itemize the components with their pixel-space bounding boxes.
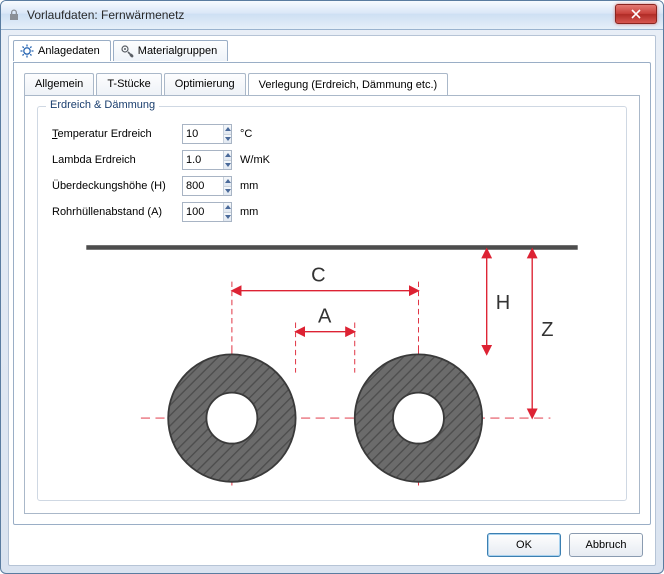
input-abstand[interactable]	[183, 206, 223, 218]
tab-label: Anlagedaten	[38, 45, 100, 57]
spinner-lambda[interactable]	[182, 150, 232, 170]
input-temperatur[interactable]	[183, 128, 223, 140]
arrow-down-icon[interactable]	[224, 161, 231, 170]
row-ueberdeckung: Überdeckungshöhe (H) mm	[52, 173, 270, 199]
ok-button[interactable]: OK	[487, 533, 561, 557]
tab-label: Materialgruppen	[138, 45, 218, 57]
lock-icon	[7, 8, 21, 22]
spinner-arrows[interactable]	[223, 177, 231, 195]
group-erdreich: Erdreich & Dämmung Temperatur Erdreich	[37, 106, 627, 501]
label-lambda: Lambda Erdreich	[52, 154, 182, 166]
spinner-arrows[interactable]	[223, 151, 231, 169]
dialog-window: Vorlaufdaten: Fernwärmenetz Anlagedaten …	[0, 0, 664, 574]
inner-tabstrip: Allgemein T-Stücke Optimierung Verlegung…	[24, 73, 450, 95]
fields: Temperatur Erdreich °C Lam	[52, 121, 270, 225]
outer-tabstrip: Anlagedaten Materialgruppen	[13, 40, 230, 61]
tab-tstuecke[interactable]: T-Stücke	[96, 73, 161, 95]
tab-allgemein[interactable]: Allgemein	[24, 73, 94, 95]
tab-verlegung[interactable]: Verlegung (Erdreich, Dämmung etc.)	[248, 73, 449, 95]
close-button[interactable]	[615, 4, 657, 24]
label-Z: Z	[541, 319, 553, 341]
spinner-ueberdeckung[interactable]	[182, 176, 232, 196]
arrow-up-icon[interactable]	[224, 125, 231, 135]
unit-abstand: mm	[240, 206, 258, 218]
unit-temperatur: °C	[240, 128, 252, 140]
row-lambda: Lambda Erdreich W/mK	[52, 147, 270, 173]
spinner-arrows[interactable]	[223, 203, 231, 221]
spinner-arrows[interactable]	[223, 125, 231, 143]
pipe-diagram: H Z C	[38, 227, 626, 500]
input-lambda[interactable]	[183, 154, 223, 166]
window-title: Vorlaufdaten: Fernwärmenetz	[27, 8, 184, 22]
unit-ueberdeckung: mm	[240, 180, 258, 192]
arrow-up-icon[interactable]	[224, 151, 231, 161]
arrow-down-icon[interactable]	[224, 187, 231, 196]
label-A: A	[318, 306, 332, 328]
tab-optimierung[interactable]: Optimierung	[164, 73, 246, 95]
label-ueberdeckung: Überdeckungshöhe (H)	[52, 180, 182, 192]
arrow-down-icon[interactable]	[224, 213, 231, 222]
label-temperatur: Temperatur Erdreich	[52, 128, 182, 140]
dialog-footer: OK Abbruch	[487, 533, 643, 557]
label-H: H	[496, 292, 510, 314]
unit-lambda: W/mK	[240, 154, 270, 166]
titlebar: Vorlaufdaten: Fernwärmenetz	[1, 1, 663, 30]
group-title: Erdreich & Dämmung	[46, 99, 159, 111]
tab-anlagedaten[interactable]: Anlagedaten	[13, 40, 111, 61]
label-C: C	[311, 265, 325, 287]
arrow-up-icon[interactable]	[224, 203, 231, 213]
row-abstand: Rohrhüllenabstand (A) mm	[52, 199, 270, 225]
client-area: Anlagedaten Materialgruppen Allgemein T-…	[8, 35, 656, 566]
spinner-abstand[interactable]	[182, 202, 232, 222]
tab-materialgruppen[interactable]: Materialgruppen	[113, 40, 229, 61]
cancel-button[interactable]: Abbruch	[569, 533, 643, 557]
material-icon	[120, 44, 134, 58]
arrow-down-icon[interactable]	[224, 135, 231, 144]
arrow-up-icon[interactable]	[224, 177, 231, 187]
input-ueberdeckung[interactable]	[183, 180, 223, 192]
inner-panel: Erdreich & Dämmung Temperatur Erdreich	[24, 95, 640, 514]
spinner-temperatur[interactable]	[182, 124, 232, 144]
settings-icon	[20, 44, 34, 58]
outer-panel: Allgemein T-Stücke Optimierung Verlegung…	[13, 62, 651, 525]
row-temperatur: Temperatur Erdreich °C	[52, 121, 270, 147]
label-abstand: Rohrhüllenabstand (A)	[52, 206, 182, 218]
